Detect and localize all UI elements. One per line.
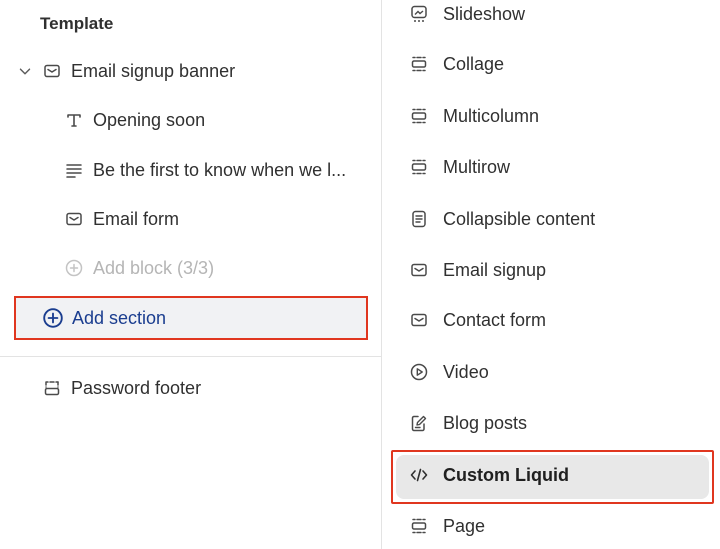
email-icon xyxy=(63,208,85,230)
block-opening-soon[interactable]: Opening soon xyxy=(63,106,205,134)
menu-item-label: Blog posts xyxy=(443,412,528,433)
menu-item-multirow[interactable]: Multirow xyxy=(408,153,510,181)
menu-item-label: Multirow xyxy=(443,156,511,177)
email-icon xyxy=(408,259,430,281)
chevron-down-icon[interactable] xyxy=(16,62,34,80)
paragraph-icon xyxy=(63,159,85,181)
section-label: Email signup banner xyxy=(71,60,236,81)
menu-item-contact-form[interactable]: Contact form xyxy=(408,306,546,334)
collapsible-icon xyxy=(408,208,430,230)
block-email-form[interactable]: Email form xyxy=(63,205,179,233)
section-picker-menu: Slideshow Collage Multicolumn Multirow C… xyxy=(381,0,720,549)
menu-item-label: Slideshow xyxy=(443,3,526,24)
add-block-button: Add block (3/3) xyxy=(63,254,214,282)
edit-icon xyxy=(408,412,430,434)
footer-icon xyxy=(41,377,63,399)
plus-circle-icon xyxy=(42,307,64,329)
template-heading: Template xyxy=(40,14,114,33)
block-label: Be the first to know when we l... xyxy=(93,159,347,180)
block-label: Email form xyxy=(93,208,180,229)
menu-item-collage[interactable]: Collage xyxy=(408,50,504,78)
add-section-label: Add section xyxy=(72,307,167,328)
menu-item-label: Custom Liquid xyxy=(443,464,569,485)
menu-item-email-signup[interactable]: Email signup xyxy=(408,256,546,284)
template-sidebar: Template Email signup banner Opening soo… xyxy=(0,0,381,549)
menu-item-label: Multicolumn xyxy=(443,105,540,126)
menu-item-label: Page xyxy=(443,515,486,536)
section-icon xyxy=(408,156,430,178)
menu-item-label: Collage xyxy=(443,53,505,74)
text-icon xyxy=(63,109,85,131)
section-icon xyxy=(408,515,430,537)
block-paragraph[interactable]: Be the first to know when we l... xyxy=(63,156,346,184)
menu-item-multicolumn[interactable]: Multicolumn xyxy=(408,102,539,130)
add-block-label: Add block (3/3) xyxy=(93,257,215,278)
menu-item-video[interactable]: Video xyxy=(408,358,489,386)
code-icon xyxy=(408,464,430,486)
menu-item-page[interactable]: Page xyxy=(408,512,485,540)
slideshow-icon xyxy=(408,3,430,25)
play-icon xyxy=(408,361,430,383)
email-icon xyxy=(408,309,430,331)
menu-item-slideshow[interactable]: Slideshow xyxy=(408,0,525,28)
menu-item-custom-liquid[interactable]: Custom Liquid xyxy=(408,461,569,489)
menu-item-label: Contact form xyxy=(443,309,547,330)
menu-item-label: Collapsible content xyxy=(443,208,596,229)
section-icon xyxy=(408,53,430,75)
menu-item-label: Video xyxy=(443,361,489,382)
section-icon xyxy=(408,105,430,127)
menu-item-label: Email signup xyxy=(443,259,547,280)
menu-item-collapsible-content[interactable]: Collapsible content xyxy=(408,205,595,233)
footer-label: Password footer xyxy=(71,377,202,398)
add-section-button[interactable]: Add section xyxy=(14,296,368,340)
menu-item-blog-posts[interactable]: Blog posts xyxy=(408,409,527,437)
plus-circle-icon xyxy=(63,257,85,279)
divider xyxy=(0,356,381,357)
block-label: Opening soon xyxy=(93,109,206,130)
section-email-signup-banner[interactable]: Email signup banner xyxy=(41,57,235,85)
email-icon xyxy=(41,60,63,82)
section-password-footer[interactable]: Password footer xyxy=(41,374,201,402)
